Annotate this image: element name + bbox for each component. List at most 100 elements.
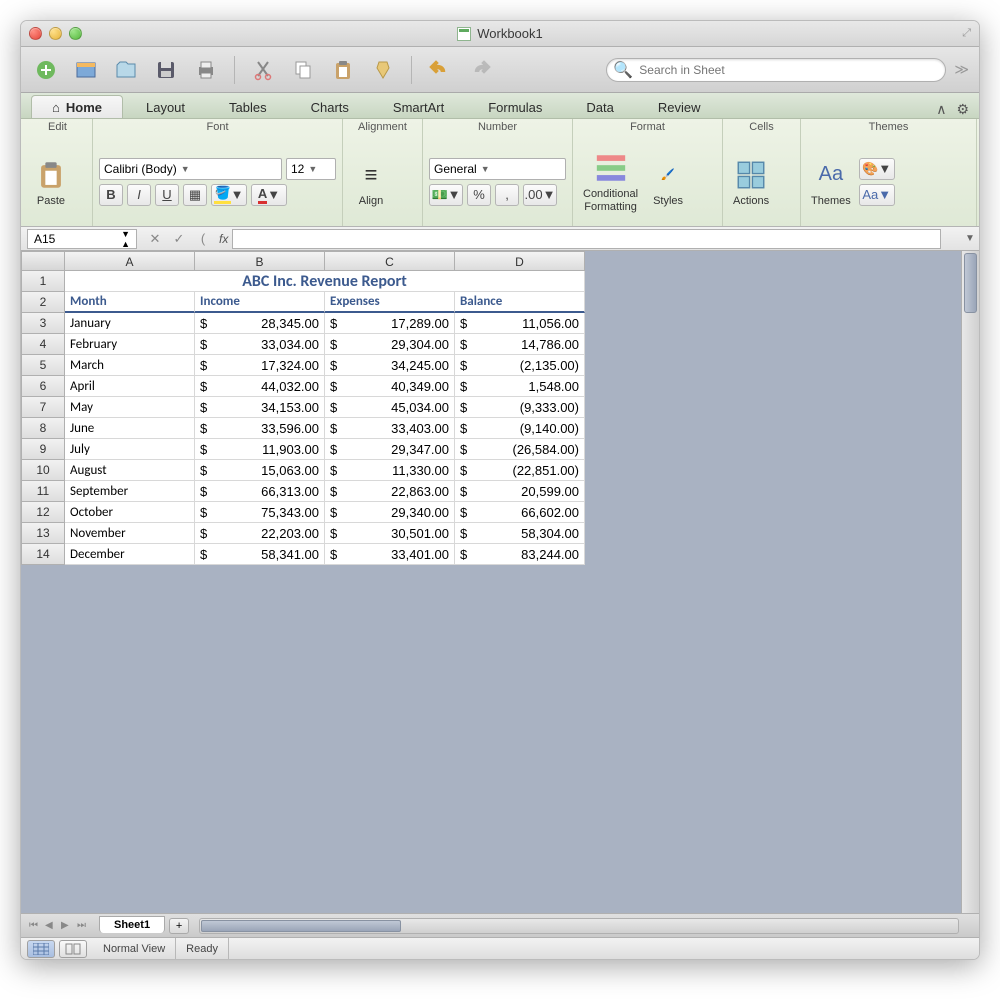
print-button[interactable]	[191, 55, 221, 85]
cell-expenses[interactable]: $40,349.00	[325, 376, 455, 397]
horizontal-scrollbar-thumb[interactable]	[201, 920, 401, 932]
select-all-corner[interactable]	[21, 251, 65, 271]
cell-balance[interactable]: $58,304.00	[455, 523, 585, 544]
tab-data[interactable]: Data	[565, 95, 634, 118]
format-painter-button[interactable]	[368, 55, 398, 85]
cell-balance[interactable]: $20,599.00	[455, 481, 585, 502]
font-size-dropdown[interactable]: 12▼	[286, 158, 336, 180]
row-header-10[interactable]: 10	[21, 460, 65, 481]
horizontal-scrollbar[interactable]	[199, 918, 959, 934]
row-header-2[interactable]: 2	[21, 292, 65, 313]
cell-month[interactable]: October	[65, 502, 195, 523]
cell-income[interactable]: $22,203.00	[195, 523, 325, 544]
save-button[interactable]	[151, 55, 181, 85]
decimal-button[interactable]: .00▼	[523, 184, 557, 206]
row-header-5[interactable]: 5	[21, 355, 65, 376]
cell-month[interactable]: December	[65, 544, 195, 565]
cell-month[interactable]: May	[65, 397, 195, 418]
tab-charts[interactable]: Charts	[290, 95, 370, 118]
cell-balance[interactable]: $(26,584.00)	[455, 439, 585, 460]
col-header-C[interactable]: C	[325, 251, 455, 271]
cell-income[interactable]: $58,341.00	[195, 544, 325, 565]
cell-balance[interactable]: $66,602.00	[455, 502, 585, 523]
row-header-9[interactable]: 9	[21, 439, 65, 460]
search-input[interactable]	[639, 63, 939, 77]
templates-button[interactable]	[71, 55, 101, 85]
currency-button[interactable]: 💵▼	[429, 184, 463, 206]
page-layout-view-button[interactable]	[59, 940, 87, 958]
normal-view-button[interactable]	[27, 940, 55, 958]
formula-builder-button[interactable]: (	[193, 229, 213, 249]
styles-button[interactable]: 🖌️Styles	[646, 155, 690, 209]
cell-month[interactable]: April	[65, 376, 195, 397]
align-dropdown[interactable]: ≡Align	[349, 155, 393, 209]
vertical-scrollbar-thumb[interactable]	[964, 253, 977, 313]
cell-income[interactable]: $34,153.00	[195, 397, 325, 418]
tab-review[interactable]: Review	[637, 95, 722, 118]
cell-month[interactable]: February	[65, 334, 195, 355]
ribbon-settings-button[interactable]: ⚙	[956, 101, 969, 118]
collapse-ribbon-button[interactable]: ∧	[936, 101, 946, 118]
cell-income[interactable]: $33,596.00	[195, 418, 325, 439]
formula-bar-expand[interactable]: ▼	[961, 233, 979, 244]
tab-layout[interactable]: Layout	[125, 95, 206, 118]
comma-button[interactable]: ,	[495, 184, 519, 206]
row-header-11[interactable]: 11	[21, 481, 65, 502]
cut-button[interactable]	[248, 55, 278, 85]
undo-button[interactable]	[425, 55, 455, 85]
last-sheet-button[interactable]: ⏭	[77, 920, 91, 931]
row-header-7[interactable]: 7	[21, 397, 65, 418]
row-header-8[interactable]: 8	[21, 418, 65, 439]
italic-button[interactable]: I	[127, 184, 151, 206]
font-color-button[interactable]: A▼	[251, 184, 287, 206]
number-format-dropdown[interactable]: General▼	[429, 158, 566, 180]
cell-balance[interactable]: $(9,333.00)	[455, 397, 585, 418]
paste-dropdown[interactable]: Paste	[29, 155, 73, 209]
formula-input[interactable]	[232, 229, 941, 249]
cell-income[interactable]: $33,034.00	[195, 334, 325, 355]
tab-home[interactable]: ⌂Home	[31, 95, 123, 118]
row-header-1[interactable]: 1	[21, 271, 65, 292]
conditional-formatting-button[interactable]: Conditional Formatting	[579, 148, 642, 214]
tab-formulas[interactable]: Formulas	[467, 95, 563, 118]
cell-expenses[interactable]: $33,401.00	[325, 544, 455, 565]
row-header-6[interactable]: 6	[21, 376, 65, 397]
cell-month[interactable]: November	[65, 523, 195, 544]
cell-balance[interactable]: $(22,851.00)	[455, 460, 585, 481]
copy-button[interactable]	[288, 55, 318, 85]
first-sheet-button[interactable]: ⏮	[29, 920, 43, 931]
search-box[interactable]: 🔍	[606, 58, 946, 82]
col-header-D[interactable]: D	[455, 251, 585, 271]
open-button[interactable]	[111, 55, 141, 85]
tab-smartart[interactable]: SmartArt	[372, 95, 465, 118]
cell-month[interactable]: July	[65, 439, 195, 460]
row-header-13[interactable]: 13	[21, 523, 65, 544]
cell-month[interactable]: August	[65, 460, 195, 481]
cell-balance[interactable]: $11,056.00	[455, 313, 585, 334]
title-cell[interactable]: ABC Inc. Revenue Report	[65, 271, 585, 292]
cell-month[interactable]: June	[65, 418, 195, 439]
fill-color-button[interactable]: 🪣▼	[211, 184, 247, 206]
sheet-tab-1[interactable]: Sheet1	[99, 916, 165, 933]
toolbar-overflow-button[interactable]: ≫	[954, 61, 969, 78]
cell-balance[interactable]: $1,548.00	[455, 376, 585, 397]
cell-expenses[interactable]: $29,347.00	[325, 439, 455, 460]
cell-income[interactable]: $17,324.00	[195, 355, 325, 376]
theme-colors-button[interactable]: 🎨▼	[859, 158, 895, 180]
theme-fonts-button[interactable]: Aa▼	[859, 184, 895, 206]
cell-balance[interactable]: $14,786.00	[455, 334, 585, 355]
header-cell-income[interactable]: Income	[195, 292, 325, 313]
cell-expenses[interactable]: $29,304.00	[325, 334, 455, 355]
percent-button[interactable]: %	[467, 184, 491, 206]
paste-button[interactable]	[328, 55, 358, 85]
cell-balance[interactable]: $83,244.00	[455, 544, 585, 565]
cancel-formula-button[interactable]: ✕	[145, 229, 165, 249]
cell-month[interactable]: January	[65, 313, 195, 334]
row-header-3[interactable]: 3	[21, 313, 65, 334]
cell-income[interactable]: $44,032.00	[195, 376, 325, 397]
cell-month[interactable]: March	[65, 355, 195, 376]
row-header-12[interactable]: 12	[21, 502, 65, 523]
cell-expenses[interactable]: $22,863.00	[325, 481, 455, 502]
header-cell-month[interactable]: Month	[65, 292, 195, 313]
header-cell-expenses[interactable]: Expenses	[325, 292, 455, 313]
